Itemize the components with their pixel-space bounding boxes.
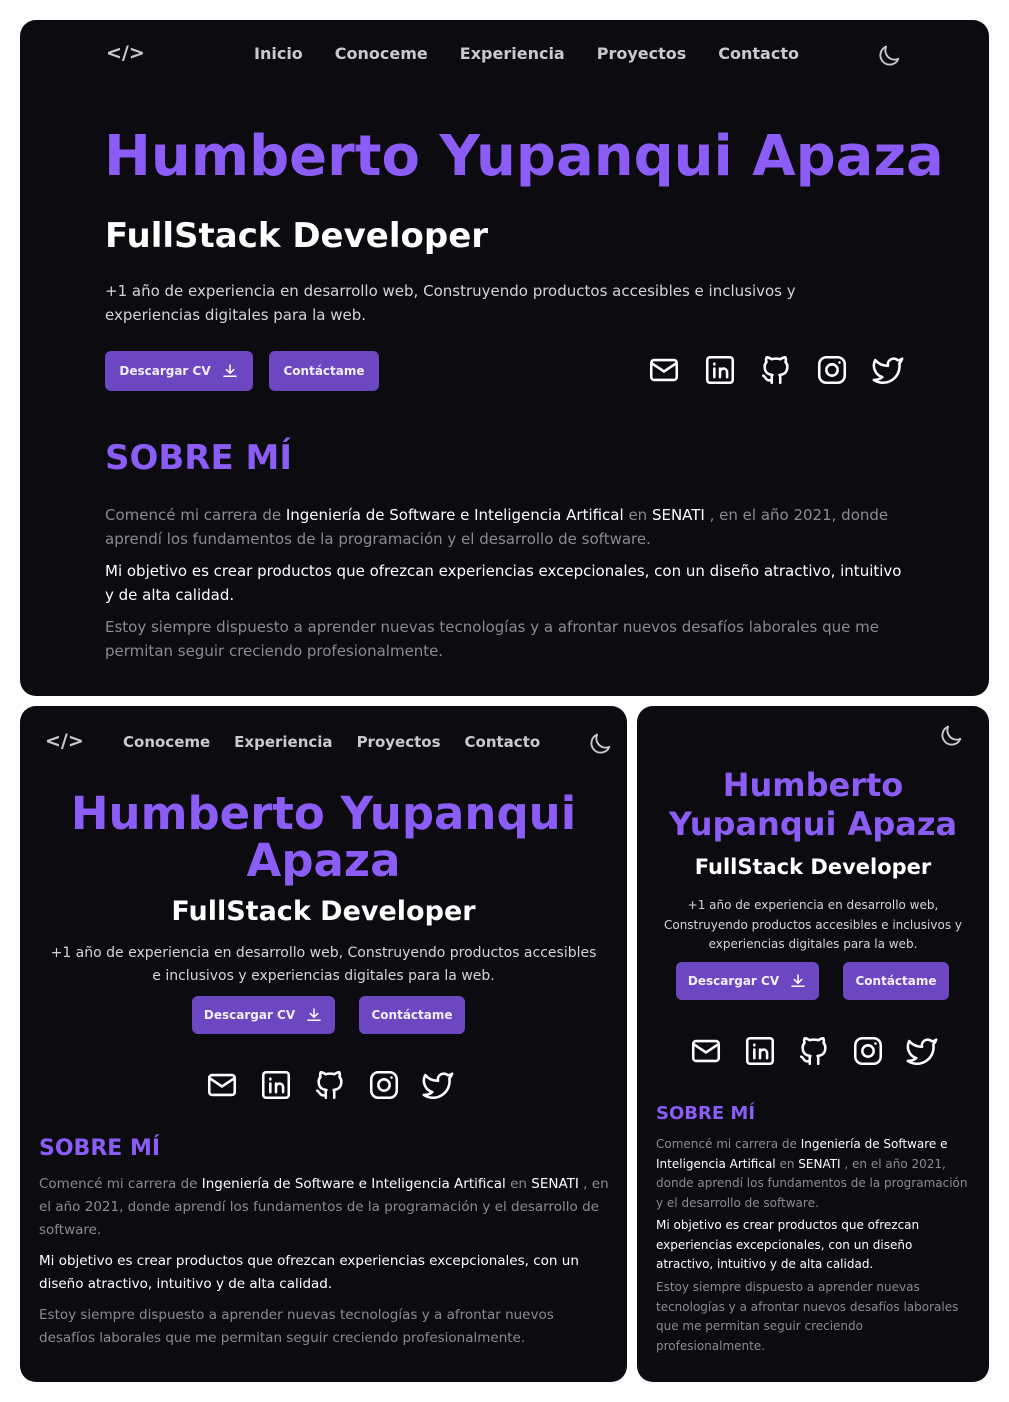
social-links [647,353,905,387]
download-cv-button[interactable]: Descargar CV [192,996,335,1034]
about-p1-text-a: Comencé mi carrera de [105,506,286,524]
about-institution-highlight: SENATI [798,1156,841,1171]
logo-code-icon[interactable]: </> [45,730,84,752]
about-paragraph-2: Mi objetivo es crear productos que ofrez… [656,1218,920,1271]
twitter-icon[interactable] [871,353,905,387]
contact-label: Contáctame [855,974,937,988]
download-icon [305,1006,323,1024]
about-institution-highlight: SENATI [531,1176,579,1192]
linkedin-icon[interactable] [703,353,737,387]
contact-button[interactable]: Contáctame [359,996,465,1034]
logo-code-icon[interactable]: </> [106,42,145,64]
download-cv-button[interactable]: Descargar CV [676,962,819,1000]
mobile-view: Humberto Yupanqui Apaza FullStack Develo… [637,706,989,1382]
theme-toggle-moon-icon[interactable] [875,42,903,70]
hero-name: Humberto Yupanqui Apaza [20,790,627,884]
nav-link-inicio[interactable]: Inicio [254,44,303,63]
nav-link-conoceme[interactable]: Conoceme [335,44,428,63]
nav-link-proyectos[interactable]: Proyectos [597,44,687,63]
main-nav: Conoceme Experiencia Proyectos Contacto [123,733,540,751]
github-icon[interactable] [759,353,793,387]
nav-link-proyectos[interactable]: Proyectos [357,733,441,751]
main-nav: Inicio Conoceme Experiencia Proyectos Co… [254,44,799,63]
hero-role: FullStack Developer [694,855,932,879]
download-cv-label: Descargar CV [203,1008,296,1022]
theme-toggle-moon-icon[interactable] [586,730,614,758]
about-paragraph-1: Comencé mi carrera de Ingeniería de Soft… [39,1173,619,1242]
about-paragraph-3: Estoy siempre dispuesto a aprender nueva… [39,1307,554,1346]
instagram-icon[interactable] [815,353,849,387]
hero-name-line-1: Humberto [722,766,904,804]
contact-button[interactable]: Contáctame [843,962,949,1000]
about-career-highlight: Ingeniería de Software e Inteligencia Ar… [285,506,624,524]
hero-name-line-2: Yupanqui Apaza [668,805,958,843]
about-title: SOBRE MÍ [39,1136,161,1161]
about-paragraph-2: Mi objetivo es crear productos que ofrez… [39,1253,579,1292]
social-links [205,1068,455,1102]
about-p1-text-c: en [623,506,652,524]
about-p1-text-c: en [775,1156,799,1171]
tablet-view: </> Conoceme Experiencia Proyectos Conta… [20,706,627,1382]
about-paragraph-1: Comencé mi carrera de Ingeniería de Soft… [656,1135,974,1213]
about-paragraph-3: Estoy siempre dispuesto a aprender nueva… [656,1280,959,1353]
about-p1-text-c: en [505,1176,532,1192]
about-paragraph-3: Estoy siempre dispuesto a aprender nueva… [105,618,879,660]
about-institution-highlight: SENATI [651,506,705,524]
contact-label: Contáctame [371,1008,453,1022]
contact-button[interactable]: Contáctame [269,351,379,391]
hero-role: FullStack Developer [105,216,489,256]
hero-role: FullStack Developer [171,896,476,927]
github-icon[interactable] [313,1068,347,1102]
download-cv-label: Descargar CV [119,364,211,378]
about-paragraph-1: Comencé mi carrera de Ingeniería de Soft… [105,503,905,551]
mail-icon[interactable] [205,1068,239,1102]
instagram-icon[interactable] [367,1068,401,1102]
about-p1-text-a: Comencé mi carrera de [39,1176,202,1192]
mail-icon[interactable] [689,1034,723,1068]
nav-link-contacto[interactable]: Contacto [718,44,799,63]
nav-link-contacto[interactable]: Contacto [465,733,541,751]
theme-toggle-moon-icon[interactable] [937,722,965,750]
download-icon [789,972,807,990]
twitter-icon[interactable] [905,1034,939,1068]
hero-intro: +1 año de experiencia en desarrollo web,… [105,282,796,324]
about-p1-text-a: Comencé mi carrera de [656,1137,801,1151]
hero-name: Humberto Yupanqui Apaza [637,766,989,844]
social-links [689,1034,939,1068]
hero-intro: +1 año de experiencia en desarrollo web,… [50,945,597,984]
about-career-highlight: Ingeniería de Software e Inteligencia Ar… [201,1176,506,1192]
hero-name-line-1: Humberto Yupanqui [70,787,577,840]
linkedin-icon[interactable] [743,1034,777,1068]
download-cv-label: Descargar CV [687,974,780,988]
mail-icon[interactable] [647,353,681,387]
nav-link-experiencia[interactable]: Experiencia [460,44,565,63]
desktop-view: </> Inicio Conoceme Experiencia Proyecto… [20,20,989,696]
about-paragraph-2: Mi objetivo es crear productos que ofrez… [105,562,902,604]
github-icon[interactable] [797,1034,831,1068]
download-cv-button[interactable]: Descargar CV [105,351,253,391]
twitter-icon[interactable] [421,1068,455,1102]
hero-name-line-2: Apaza [246,834,401,887]
hero-name: Humberto Yupanqui Apaza [104,124,944,189]
instagram-icon[interactable] [851,1034,885,1068]
nav-link-conoceme[interactable]: Conoceme [123,733,210,751]
contact-label: Contáctame [283,364,365,378]
nav-link-experiencia[interactable]: Experiencia [234,733,332,751]
hero-intro: +1 año de experiencia en desarrollo web,… [663,898,963,951]
about-title: SOBRE MÍ [656,1103,756,1124]
about-title: SOBRE MÍ [105,438,293,478]
download-icon [221,362,239,380]
linkedin-icon[interactable] [259,1068,293,1102]
